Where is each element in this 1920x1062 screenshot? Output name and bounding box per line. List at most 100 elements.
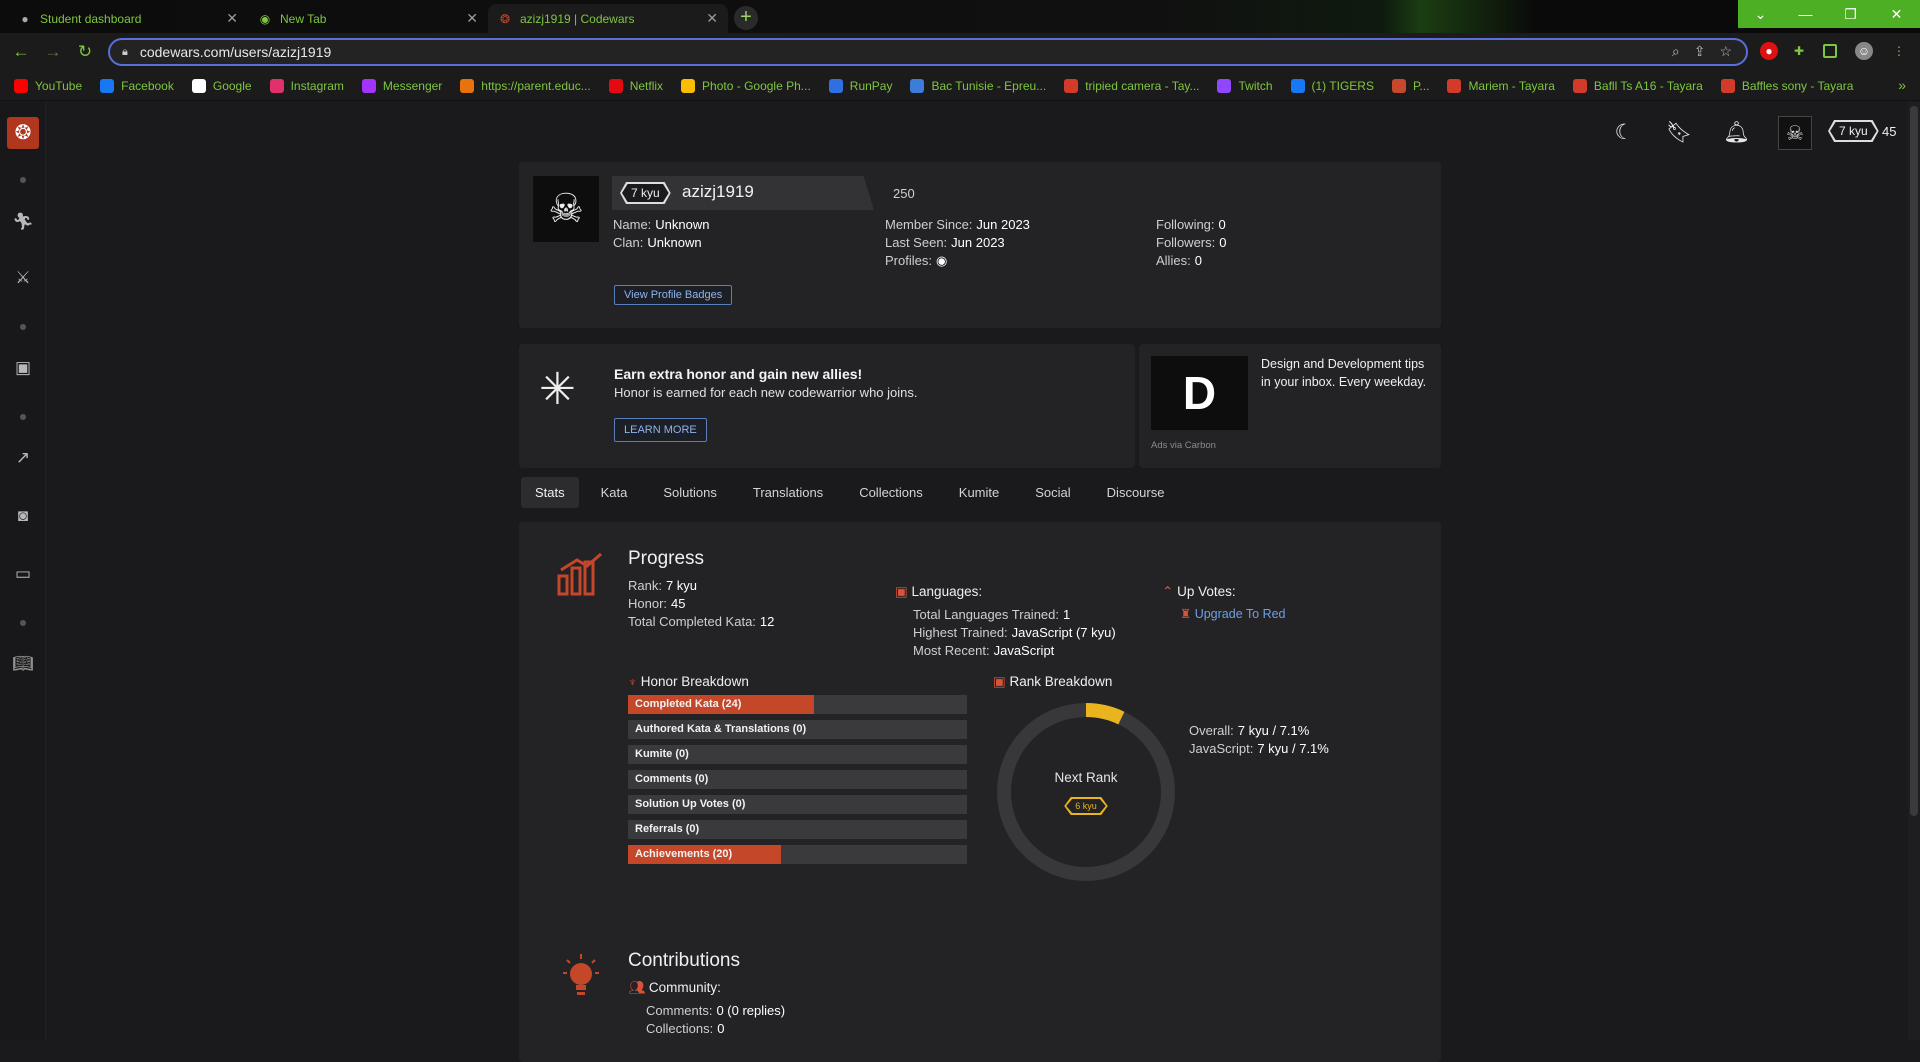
tab-translations[interactable]: Translations <box>739 477 837 508</box>
docs-book-icon[interactable]: 📖︎ <box>11 652 35 676</box>
bookmark-label: YouTube <box>35 78 83 93</box>
profile-avatar: ☠ <box>533 176 599 242</box>
scrollbar-thumb[interactable] <box>1910 106 1918 816</box>
learn-more-button[interactable]: LEARN MORE <box>614 418 707 442</box>
codewars-page: ❂ 🏃︎ ⚔ ▣ ↗ ◙ ▭ 📖︎ ☾ 🔖︎ 🔔︎ ☠ 7 kyu 45 ☠ 7… <box>0 102 1920 1062</box>
tab-title: azizj1919 | Codewars <box>520 11 635 26</box>
languages-icon: ▣ <box>895 584 908 599</box>
restore-button[interactable]: ❐ <box>1828 0 1873 28</box>
bookmark-item[interactable]: P... <box>1391 78 1429 93</box>
upvotes-block: ⌃ Up Votes: ♜ Upgrade To Red <box>1162 584 1286 621</box>
bookmark-item[interactable]: tripied camera - Tay... <box>1064 78 1200 93</box>
honor-breakdown: ♆ Honor Breakdown Completed Kata (24) Aut… <box>628 674 967 870</box>
tab-kumite[interactable]: Kumite <box>945 477 1013 508</box>
user-avatar[interactable]: ☠ <box>1778 116 1812 150</box>
zoom-icon[interactable]: ⌕ <box>1672 43 1680 60</box>
ad-logo[interactable]: D <box>1151 356 1248 430</box>
dark-mode-icon[interactable]: ☾ <box>1611 120 1637 146</box>
bookmark-item[interactable]: Photo - Google Ph... <box>681 78 811 93</box>
tab-search-button[interactable]: ⌄ <box>1738 0 1783 28</box>
discord-icon[interactable]: ◙ <box>11 504 35 528</box>
username-banner: 7 kyu azizj1919 <box>612 176 874 210</box>
honor-bars: Completed Kata (24) Authored Kata & Trans… <box>628 695 967 864</box>
puzzle-icon[interactable]: ✚ <box>1790 42 1808 60</box>
sidebar-nav: ❂ 🏃︎ ⚔ ▣ ↗ ◙ ▭ 📖︎ <box>0 102 46 1040</box>
bookmark-item[interactable]: Instagram <box>269 78 344 93</box>
close-icon[interactable]: ✕ <box>466 10 478 27</box>
briefcase-icon[interactable]: ▣ <box>11 356 35 380</box>
bookmark-item[interactable]: Baffles sony - Tayara <box>1720 78 1853 93</box>
bookmark-item[interactable]: Messenger <box>361 78 442 93</box>
notifications-bell-icon[interactable]: 🔔︎ <box>1723 120 1750 146</box>
bookmark-favicon-icon <box>1447 78 1462 93</box>
community-icon: 👥︎ <box>628 980 646 995</box>
new-tab-button[interactable]: + <box>734 6 758 30</box>
bookmark-item[interactable]: Bafll Ts A16 - Tayara <box>1572 78 1703 93</box>
browser-tab[interactable]: ◉ New Tab ✕ <box>248 4 488 33</box>
tab-kata[interactable]: Kata <box>587 477 642 508</box>
tab-stats[interactable]: Stats <box>521 477 579 508</box>
profile-avatar-icon[interactable]: ☺ <box>1855 42 1873 60</box>
bookmark-item[interactable]: YouTube <box>14 78 83 93</box>
followers-value[interactable]: 0 <box>1219 235 1226 250</box>
minimize-button[interactable]: — <box>1783 0 1828 28</box>
upgrade-to-red-link[interactable]: Upgrade To Red <box>1195 607 1286 621</box>
more-bookmarks-button[interactable]: » <box>1898 77 1906 93</box>
close-icon[interactable]: ✕ <box>706 10 718 27</box>
tab-social[interactable]: Social <box>1021 477 1084 508</box>
training-icon[interactable]: 🏃︎ <box>11 210 35 234</box>
view-profile-badges-button[interactable]: View Profile Badges <box>614 285 733 305</box>
bookmark-item[interactable]: RunPay <box>828 78 892 93</box>
star-icon[interactable]: ☆ <box>1719 43 1732 60</box>
ad-text[interactable]: Design and Development tips in your inbo… <box>1261 355 1431 391</box>
extension-icon[interactable]: ● <box>1760 42 1778 60</box>
bookmark-item[interactable]: Google <box>191 78 252 93</box>
bookmark-favicon-icon <box>1572 78 1587 93</box>
allies-value[interactable]: 0 <box>1195 253 1202 268</box>
carbon-ad-card[interactable]: D Design and Development tips in your in… <box>1139 344 1441 468</box>
tab-collections[interactable]: Collections <box>845 477 937 508</box>
lang-trained-value: 1 <box>1063 607 1071 622</box>
side-panel-icon[interactable] <box>1823 44 1837 58</box>
bookmark-label: tripied camera - Tay... <box>1085 78 1200 93</box>
honor-bar: Completed Kata (24) <box>628 695 967 714</box>
bookmark-item[interactable]: Facebook <box>100 78 174 93</box>
bookmark-item[interactable]: Netflix <box>608 78 664 93</box>
tab-discourse[interactable]: Discourse <box>1093 477 1179 508</box>
scrollbar-track[interactable] <box>1908 102 1920 1040</box>
following-value[interactable]: 0 <box>1219 217 1226 232</box>
browser-tab[interactable]: ● Student dashboard ✕ <box>8 4 248 33</box>
codewars-logo-icon[interactable]: ❂ <box>7 117 39 149</box>
tab-title: New Tab <box>280 11 327 26</box>
bookmark-item[interactable]: (1) TIGERS <box>1290 78 1374 93</box>
bookmark-item[interactable]: Twitch <box>1217 78 1273 93</box>
upvotes-title: Up Votes: <box>1177 584 1236 599</box>
forward-icon[interactable]: → <box>42 41 64 63</box>
github-icon[interactable]: ◉ <box>936 253 947 268</box>
ad-via[interactable]: Ads via Carbon <box>1151 440 1216 451</box>
bookmark-item[interactable]: Mariem - Tayara <box>1447 78 1555 93</box>
reload-icon[interactable]: ↻ <box>74 41 96 63</box>
clan-label: Clan: <box>613 235 644 250</box>
bookmark-item[interactable]: https://parent.educ... <box>460 78 591 93</box>
leaderboard-icon[interactable]: ↗ <box>11 446 35 470</box>
close-window-button[interactable]: ✕ <box>1873 0 1920 28</box>
bookmark-icon[interactable]: 🔖︎ <box>1666 120 1693 146</box>
javascript-value: 7 kyu / 7.1% <box>1257 741 1329 756</box>
practice-icon[interactable]: ⚔ <box>11 266 35 290</box>
rank-value: 7 kyu <box>665 578 698 593</box>
browser-tab-active[interactable]: ❂ azizj1919 | Codewars ✕ <box>488 4 728 33</box>
tab-solutions[interactable]: Solutions <box>649 477 730 508</box>
menu-icon[interactable]: ⋮ <box>1890 42 1908 60</box>
back-icon[interactable]: ← <box>10 41 32 63</box>
bookmark-label: Netflix <box>629 78 664 93</box>
share-icon[interactable]: ⇪ <box>1694 43 1706 60</box>
chat-icon[interactable]: ▭ <box>11 562 35 586</box>
close-icon[interactable]: ✕ <box>226 10 238 27</box>
bookmark-item[interactable]: Bac Tunisie - Epreu... <box>910 78 1046 93</box>
honor-bar: Kumite (0) <box>628 745 967 764</box>
header-honor: 45 <box>1882 124 1897 139</box>
bookmark-favicon-icon <box>1391 78 1406 93</box>
rank-progress-donut: Next Rank 6 kyu <box>992 698 1180 886</box>
address-bar[interactable]: 🔒︎ codewars.com/users/azizj1919 ⌕ ⇪ ☆ <box>108 38 1748 66</box>
